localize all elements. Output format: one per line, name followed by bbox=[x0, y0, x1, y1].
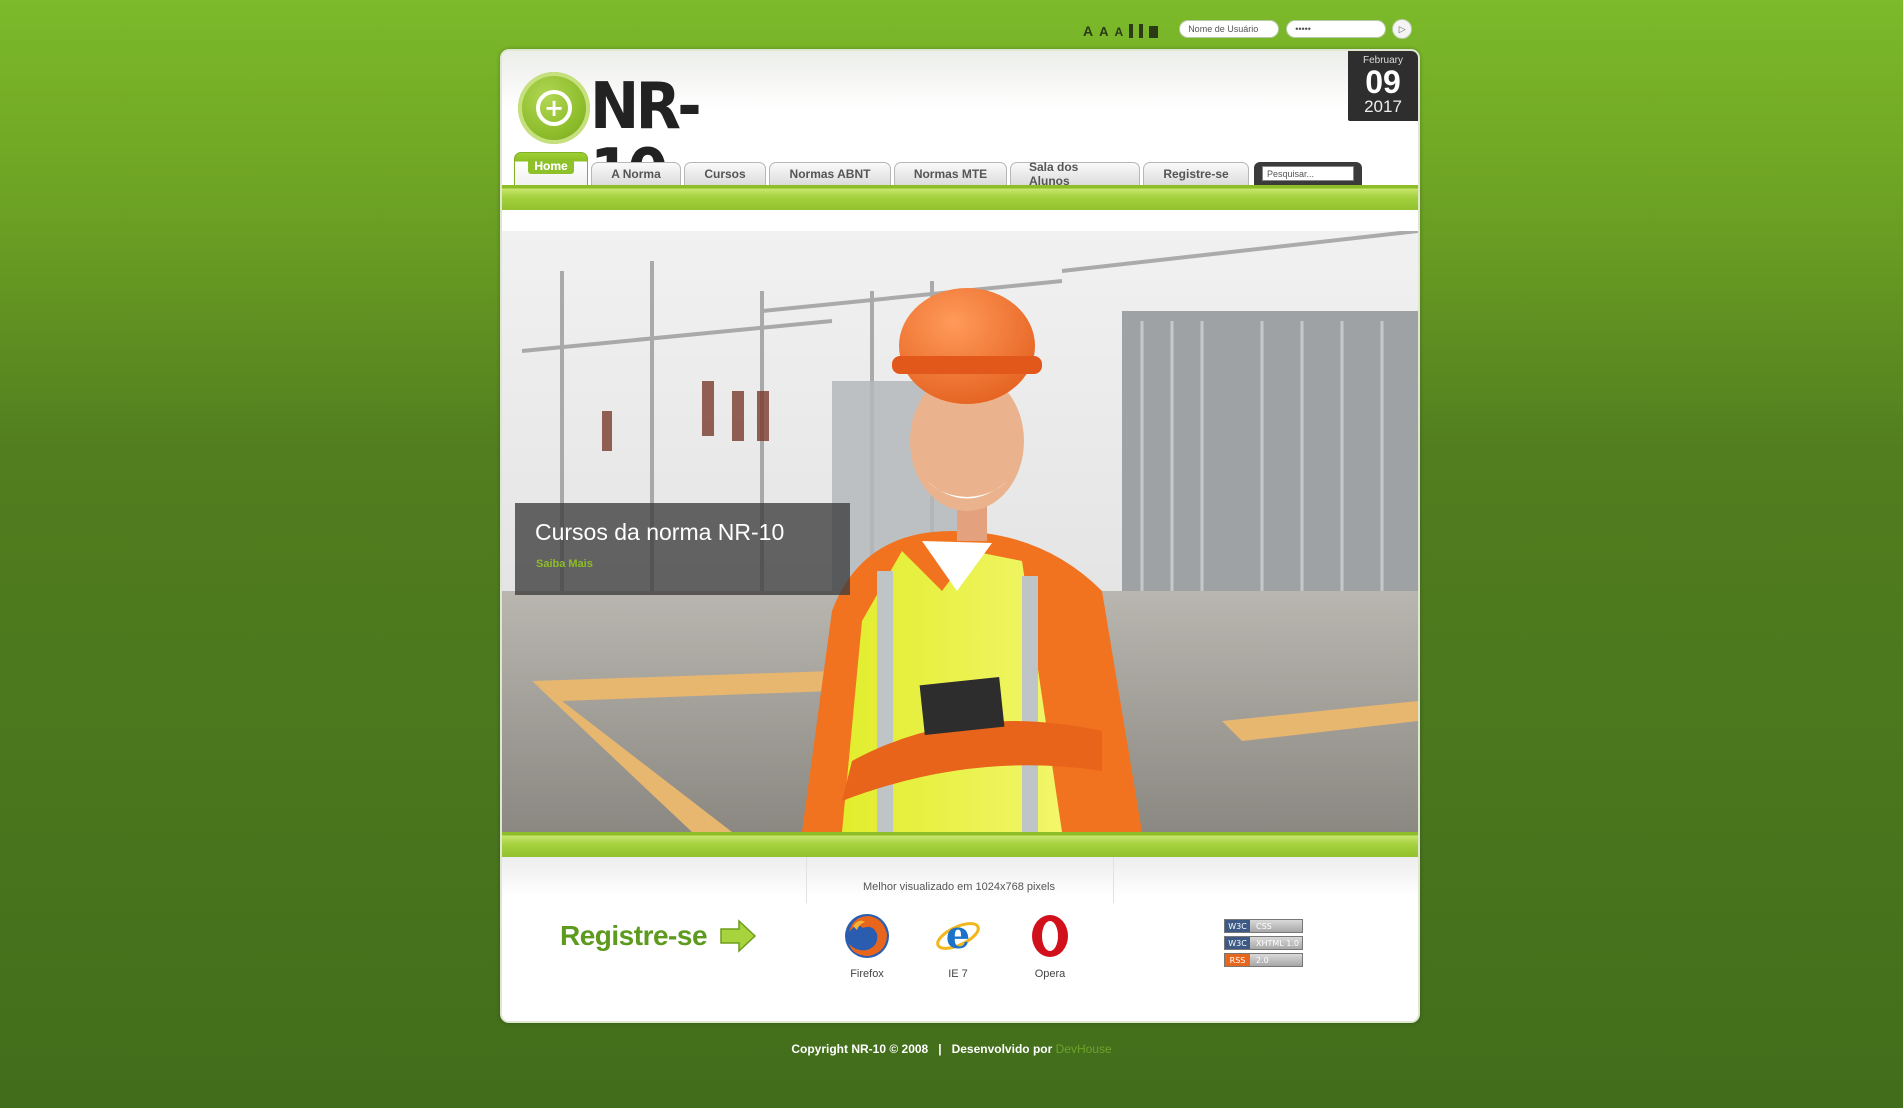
login-bar: A A A Nome de Usuário ••••• ▷ bbox=[1083, 18, 1413, 40]
internet-explorer-icon: e bbox=[936, 912, 980, 957]
developer-link[interactable]: DevHouse bbox=[1056, 1042, 1112, 1056]
main-nav: Home A Norma Cursos Normas ABNT Normas M… bbox=[514, 151, 1362, 188]
tab-a-norma[interactable]: A Norma bbox=[591, 162, 681, 185]
font-size-controls: A A A bbox=[1083, 20, 1159, 38]
firefox-icon bbox=[845, 914, 889, 958]
footer-area: Registre-se Melhor visualizado em 1024x7… bbox=[502, 857, 1418, 1021]
site-logo[interactable]: + NR-10 bbox=[518, 68, 768, 206]
search-input[interactable]: Pesquisar... bbox=[1262, 166, 1354, 181]
opera-icon bbox=[1032, 915, 1068, 957]
svg-text:e: e bbox=[946, 912, 970, 957]
nav-green-bar bbox=[502, 185, 1418, 210]
browsers-divider bbox=[806, 857, 1114, 903]
arrow-right-icon bbox=[720, 919, 757, 953]
wide-layout-icon[interactable] bbox=[1149, 26, 1159, 38]
saiba-mais-link[interactable]: Saiba Mais bbox=[536, 558, 593, 570]
register-button[interactable]: Registre-se bbox=[560, 919, 757, 953]
font-size-increase[interactable]: A bbox=[1083, 24, 1093, 38]
date-year: 2017 bbox=[1364, 97, 1402, 116]
username-field[interactable]: Nome de Usuário bbox=[1179, 20, 1280, 38]
play-arrow-icon: ▷ bbox=[1398, 23, 1406, 34]
browser-label: IE 7 bbox=[948, 968, 968, 980]
tab-cursos[interactable]: Cursos bbox=[684, 162, 766, 185]
narrow-layout-icon[interactable] bbox=[1129, 24, 1134, 38]
tab-sala-dos-alunos[interactable]: Sala dos Alunos bbox=[1010, 160, 1140, 188]
password-field[interactable]: ••••• bbox=[1286, 20, 1387, 38]
search-box: Pesquisar... bbox=[1254, 162, 1362, 185]
copyright-text: Copyright NR-10 © 2008 | Desenvolvido po… bbox=[791, 1042, 1053, 1056]
validation-badges: W3C CSS W3C XHTML 1.0 RSS 2.0 bbox=[1224, 919, 1303, 970]
browser-label: Opera bbox=[1034, 968, 1066, 980]
rss-badge[interactable]: RSS 2.0 bbox=[1224, 953, 1303, 967]
logo-emblem-icon: + bbox=[518, 72, 590, 144]
browser-firefox[interactable]: Firefox bbox=[832, 912, 902, 980]
main-container: + NR-10 February 09 2017 Home A Norma Cu… bbox=[500, 49, 1420, 1023]
browser-label: Firefox bbox=[850, 968, 884, 980]
login-submit-button[interactable]: ▷ bbox=[1392, 19, 1413, 39]
copyright: Copyright NR-10 © 2008 | Desenvolvido po… bbox=[0, 1042, 1903, 1056]
tab-normas-abnt[interactable]: Normas ABNT bbox=[769, 162, 891, 185]
tab-label: Home bbox=[528, 158, 574, 174]
hero-banner: Cursos da norma NR-10 Saiba Mais bbox=[502, 231, 1418, 832]
register-label: Registre-se bbox=[560, 920, 708, 951]
tab-registre-se[interactable]: Registre-se bbox=[1143, 162, 1249, 185]
w3c-css-badge[interactable]: W3C CSS bbox=[1224, 919, 1303, 933]
best-view-note: Melhor visualizado em 1024x768 pixels bbox=[863, 881, 1055, 893]
tab-home[interactable]: Home bbox=[514, 152, 588, 185]
date-box: February 09 2017 bbox=[1348, 51, 1418, 121]
w3c-xhtml-badge[interactable]: W3C XHTML 1.0 bbox=[1224, 936, 1303, 950]
font-size-decrease[interactable]: A bbox=[1115, 26, 1124, 38]
tab-normas-mte[interactable]: Normas MTE bbox=[894, 162, 1007, 185]
browser-opera[interactable]: Opera bbox=[1015, 912, 1085, 980]
browser-ie7[interactable]: e IE 7 bbox=[923, 912, 993, 980]
hero-caption: Cursos da norma NR-10 Saiba Mais bbox=[515, 503, 850, 595]
caption-title: Cursos da norma NR-10 bbox=[535, 519, 785, 545]
font-size-default[interactable]: A bbox=[1099, 25, 1108, 38]
date-day: 09 bbox=[1365, 64, 1401, 100]
footer-green-bar bbox=[502, 832, 1418, 857]
medium-layout-icon[interactable] bbox=[1139, 24, 1144, 38]
